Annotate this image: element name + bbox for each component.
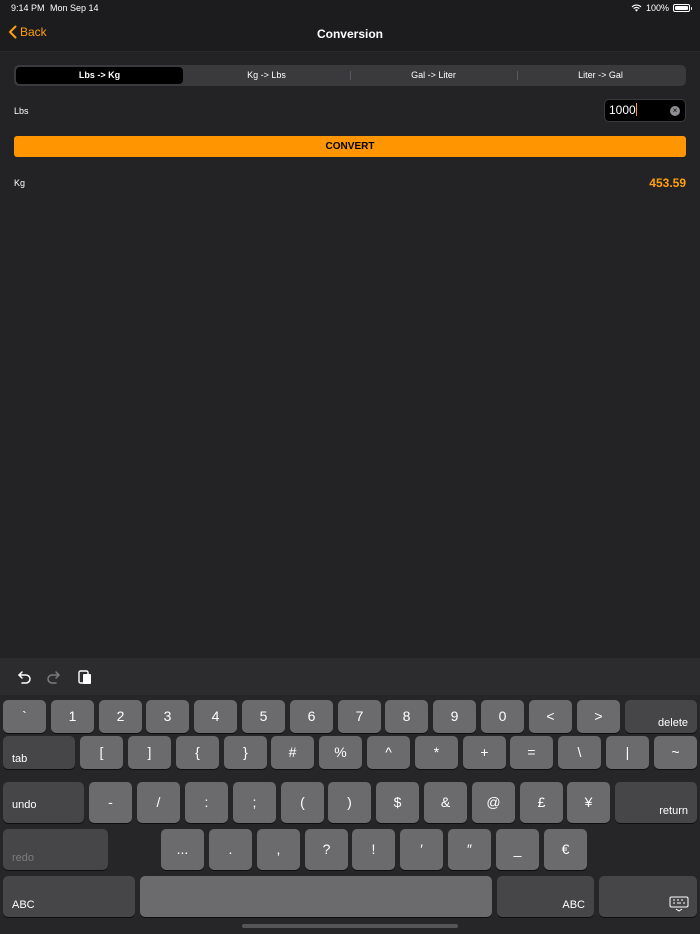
key-left-paren[interactable]: ( bbox=[281, 782, 324, 823]
key-comma[interactable]: , bbox=[257, 829, 300, 870]
home-indicator[interactable] bbox=[242, 924, 458, 928]
keyboard: ` 1 2 3 4 5 6 7 8 9 0 < > delete tab [ ]… bbox=[0, 658, 700, 934]
key-yen[interactable]: ¥ bbox=[567, 782, 610, 823]
key-plus[interactable]: + bbox=[463, 736, 506, 769]
conversion-segmented-control: Lbs -> Kg Kg -> Lbs Gal -> Liter Liter -… bbox=[14, 65, 686, 86]
key-question[interactable]: ? bbox=[305, 829, 348, 870]
key-left-brace[interactable]: { bbox=[176, 736, 219, 769]
key-6[interactable]: 6 bbox=[290, 700, 333, 733]
key-left-bracket[interactable]: [ bbox=[80, 736, 123, 769]
key-period[interactable]: . bbox=[209, 829, 252, 870]
key-exclamation[interactable]: ! bbox=[352, 829, 395, 870]
key-pound[interactable]: £ bbox=[520, 782, 563, 823]
key-colon[interactable]: : bbox=[185, 782, 228, 823]
key-euro[interactable]: € bbox=[544, 829, 587, 870]
key-ampersand[interactable]: & bbox=[424, 782, 467, 823]
segment-liter-to-gal[interactable]: Liter -> Gal bbox=[517, 67, 684, 84]
key-greater-than[interactable]: > bbox=[577, 700, 620, 733]
key-caret[interactable]: ^ bbox=[367, 736, 410, 769]
delete-key[interactable]: delete bbox=[625, 700, 697, 733]
key-underscore[interactable]: _ bbox=[496, 829, 539, 870]
key-double-prime[interactable]: ″ bbox=[448, 829, 491, 870]
nav-bar: Back Conversion bbox=[0, 16, 700, 52]
key-asterisk[interactable]: * bbox=[415, 736, 458, 769]
key-right-bracket[interactable]: ] bbox=[128, 736, 171, 769]
key-hash[interactable]: # bbox=[271, 736, 314, 769]
key-at[interactable]: @ bbox=[472, 782, 515, 823]
abc-key-right[interactable]: ABC bbox=[497, 876, 594, 917]
page-title: Conversion bbox=[316, 27, 383, 41]
key-prime[interactable]: ′ bbox=[400, 829, 443, 870]
key-0[interactable]: 0 bbox=[481, 700, 524, 733]
lbs-input[interactable]: 1000 × bbox=[604, 99, 686, 122]
keyboard-dismiss-icon bbox=[669, 896, 689, 912]
key-backslash[interactable]: \ bbox=[558, 736, 601, 769]
battery-icon bbox=[673, 4, 692, 12]
result-label: Kg bbox=[14, 178, 26, 188]
key-percent[interactable]: % bbox=[319, 736, 362, 769]
segment-lbs-to-kg[interactable]: Lbs -> Kg bbox=[16, 67, 183, 84]
shortcut-bar bbox=[0, 658, 700, 695]
abc-key-left[interactable]: ABC bbox=[3, 876, 135, 917]
text-caret bbox=[635, 103, 637, 116]
undo-key[interactable]: undo bbox=[3, 782, 84, 823]
key-equals[interactable]: = bbox=[510, 736, 553, 769]
battery-percent: 100% bbox=[645, 3, 669, 13]
key-less-than[interactable]: < bbox=[529, 700, 572, 733]
status-bar: 9:14 PM Mon Sep 14 100% bbox=[0, 0, 700, 16]
undo-icon[interactable] bbox=[15, 669, 33, 685]
segment-kg-to-lbs[interactable]: Kg -> Lbs bbox=[183, 67, 350, 84]
key-3[interactable]: 3 bbox=[146, 700, 189, 733]
wifi-icon bbox=[631, 4, 642, 12]
key-pipe[interactable]: | bbox=[606, 736, 649, 769]
tab-key[interactable]: tab bbox=[3, 736, 75, 769]
status-right: 100% bbox=[631, 3, 692, 13]
key-backtick[interactable]: ` bbox=[3, 700, 46, 733]
clear-icon[interactable]: × bbox=[670, 106, 680, 116]
key-slash[interactable]: / bbox=[137, 782, 180, 823]
main-content: Lbs -> Kg Kg -> Lbs Gal -> Liter Liter -… bbox=[0, 52, 700, 658]
status-time: 9:14 PM bbox=[11, 3, 45, 13]
segment-gal-to-liter[interactable]: Gal -> Liter bbox=[350, 67, 517, 84]
key-right-brace[interactable]: } bbox=[224, 736, 267, 769]
dismiss-keyboard-key[interactable] bbox=[599, 876, 697, 917]
space-key[interactable] bbox=[140, 876, 492, 917]
result-value: 453.59 bbox=[649, 176, 686, 190]
convert-button[interactable]: CONVERT bbox=[14, 136, 686, 157]
input-label: Lbs bbox=[14, 106, 29, 116]
key-1[interactable]: 1 bbox=[51, 700, 94, 733]
paste-icon[interactable] bbox=[76, 669, 94, 685]
key-2[interactable]: 2 bbox=[99, 700, 142, 733]
key-right-paren[interactable]: ) bbox=[328, 782, 371, 823]
key-8[interactable]: 8 bbox=[385, 700, 428, 733]
input-value: 1000 bbox=[609, 103, 636, 117]
key-semicolon[interactable]: ; bbox=[233, 782, 276, 823]
key-ellipsis[interactable]: ... bbox=[161, 829, 204, 870]
redo-icon[interactable] bbox=[45, 669, 63, 685]
status-date: Mon Sep 14 bbox=[50, 3, 99, 13]
return-key[interactable]: return bbox=[615, 782, 697, 823]
key-4[interactable]: 4 bbox=[194, 700, 237, 733]
key-7[interactable]: 7 bbox=[338, 700, 381, 733]
key-5[interactable]: 5 bbox=[242, 700, 285, 733]
key-tilde[interactable]: ~ bbox=[654, 736, 697, 769]
redo-key[interactable]: redo bbox=[3, 829, 108, 870]
key-minus[interactable]: - bbox=[89, 782, 132, 823]
key-dollar[interactable]: $ bbox=[376, 782, 419, 823]
key-9[interactable]: 9 bbox=[433, 700, 476, 733]
